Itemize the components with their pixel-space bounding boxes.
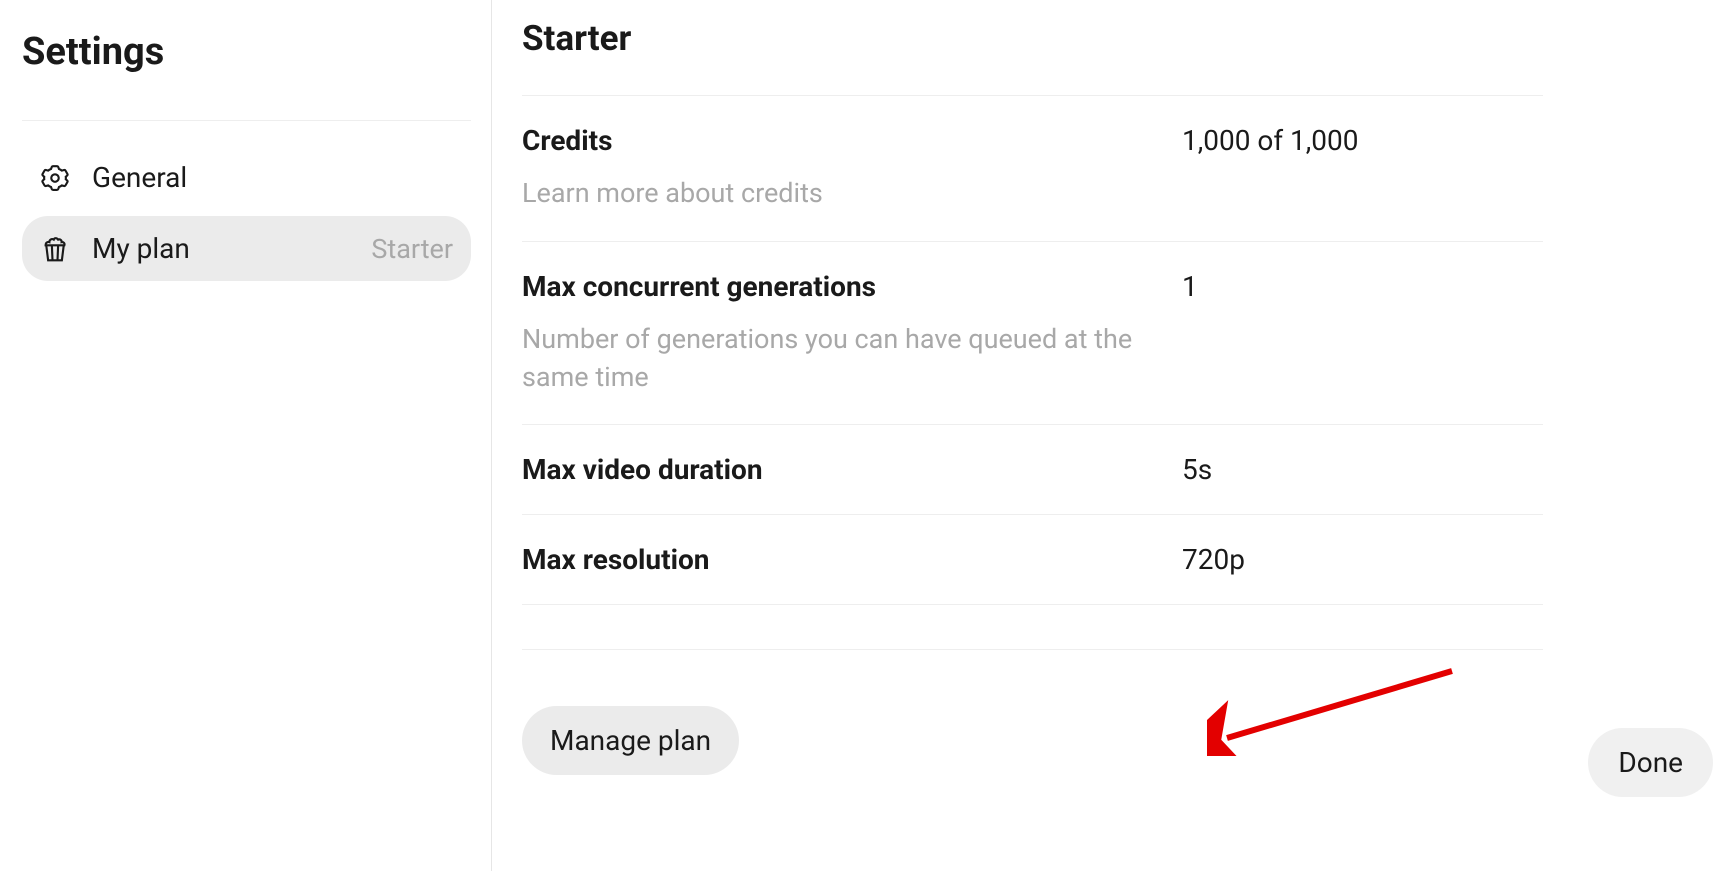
sidebar-item-general[interactable]: General [22,145,471,210]
row-desc: Number of generations you can have queue… [522,321,1182,397]
row-value: 720p [1182,543,1245,576]
plan-row-max-resolution: Max resolution 720p [522,515,1543,605]
footer: Manage plan [522,649,1543,775]
sidebar-item-my-plan[interactable]: My plan Starter [22,216,471,281]
row-label: Max video duration [522,453,1182,486]
settings-title: Settings [22,30,471,121]
row-value: 1,000 of 1,000 [1182,124,1359,157]
sidebar-item-label: My plan [92,232,371,265]
row-value: 1 [1182,270,1198,303]
row-label: Max resolution [522,543,1182,576]
done-button[interactable]: Done [1588,728,1713,797]
row-label: Credits [522,124,1182,157]
row-label: Max concurrent generations [522,270,1182,303]
plan-row-credits: Credits Learn more about credits 1,000 o… [522,96,1543,242]
plan-badge: Starter [371,233,453,265]
plan-row-max-duration: Max video duration 5s [522,425,1543,515]
row-value: 5s [1182,453,1212,486]
sidebar: Settings General My plan Starter [0,0,492,871]
plan-row-max-concurrent: Max concurrent generations Number of gen… [522,242,1543,426]
manage-plan-button[interactable]: Manage plan [522,706,739,775]
main-content: Starter Credits Learn more about credits… [492,0,1733,871]
plan-name-heading: Starter [522,18,1543,96]
credits-learn-more-link[interactable]: Learn more about credits [522,175,1182,213]
sidebar-item-label: General [92,161,453,194]
popcorn-icon [40,234,70,264]
gear-icon [40,163,70,193]
